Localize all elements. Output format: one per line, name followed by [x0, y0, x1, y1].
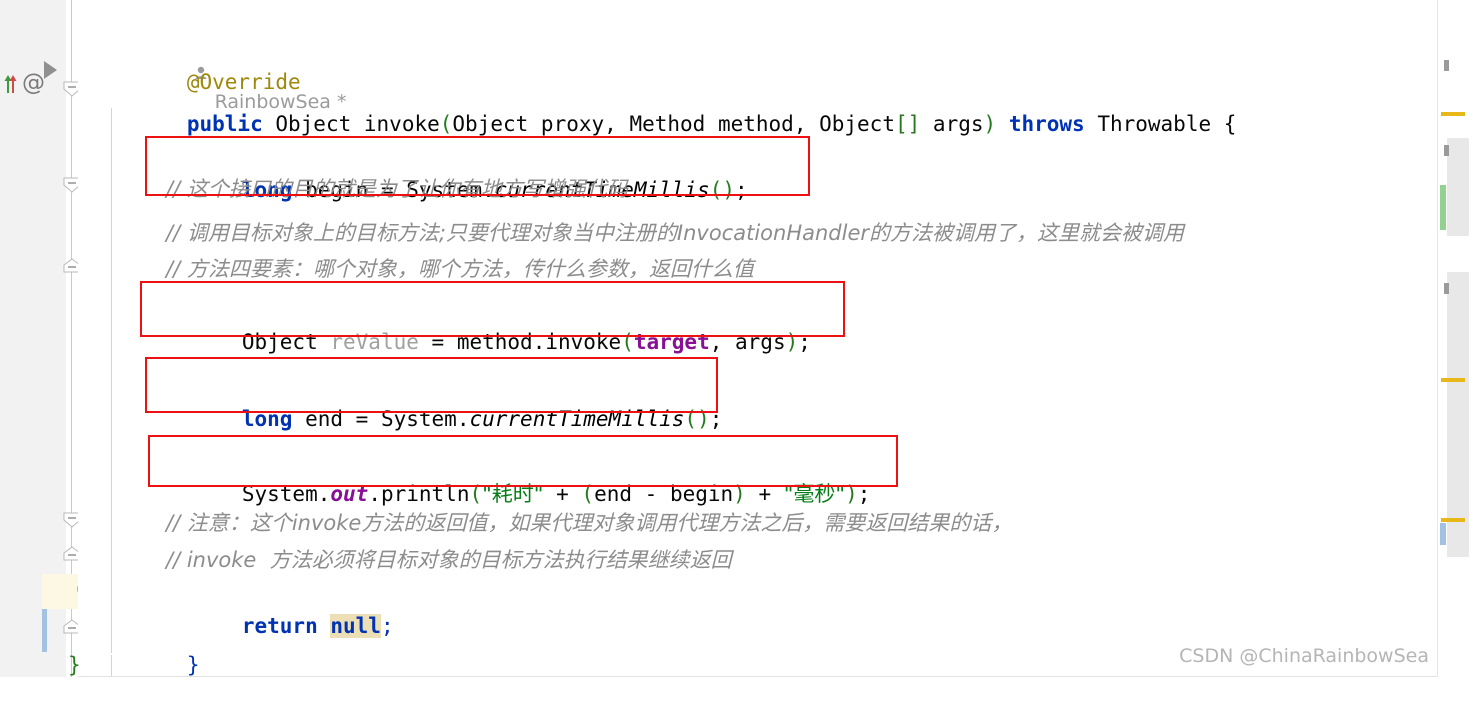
code-line-signature[interactable]: public Object invoke(Object proxy, Metho… — [111, 72, 1237, 136]
var-end: end — [305, 407, 344, 431]
method-invoke: invoke — [545, 330, 622, 354]
code-line-long-end[interactable]: long end = System.currentTimeMillis(); — [166, 367, 723, 431]
marker-grey[interactable] — [1444, 60, 1449, 71]
var-method: method — [456, 330, 533, 354]
method-name-invoke: invoke — [363, 112, 440, 136]
editor-icon-margin — [0, 0, 42, 677]
keyword-throws: throws — [1008, 112, 1085, 136]
scrollbar-thumb[interactable] — [1447, 272, 1469, 557]
code-line-long-begin[interactable]: long begin = System.currentTimeMillis(); — [166, 138, 748, 202]
ide-editor-screen: @ RainbowSea * @Override public Object i… — [0, 0, 1473, 677]
marker-gutter-border — [1437, 0, 1438, 677]
code-line-closing-brace[interactable]: } — [111, 613, 200, 677]
code-line-comment-5: // invoke 方法必须将目标对象的目标方法执行结果继续返回 — [166, 548, 732, 572]
marker-grey[interactable] — [1444, 145, 1449, 156]
keyword-public: public — [186, 112, 263, 136]
scrollbar-thumb[interactable] — [1447, 138, 1469, 236]
code-line-partial-brace: } — [68, 653, 81, 677]
vcs-change-stripe[interactable] — [1440, 185, 1446, 230]
csdn-watermark: CSDN @ChinaRainbowSea — [1179, 645, 1429, 667]
warning-stripe[interactable] — [1441, 518, 1465, 522]
implements-arrow-icon[interactable] — [4, 72, 20, 94]
run-play-icon[interactable] — [44, 61, 57, 79]
type-system: System — [380, 407, 457, 431]
field-out: out — [330, 482, 369, 506]
keyword-null: null — [330, 614, 381, 638]
vcs-change-bar — [42, 610, 47, 652]
param-method: method — [717, 112, 794, 136]
var-begin: begin — [669, 482, 734, 506]
string-haoshi: "耗时" — [482, 482, 544, 506]
type-object: Object — [452, 112, 529, 136]
brace-close: } — [186, 653, 200, 677]
warning-stripe[interactable] — [1441, 378, 1465, 382]
type-object: Object — [819, 112, 895, 136]
code-line-println[interactable]: System.out.println("耗时" + (end - begin) … — [166, 442, 871, 506]
warning-stripe[interactable] — [1441, 112, 1465, 116]
code-line-comment-3: // 方法四要素：哪个对象，哪个方法，传什么参数，返回什么值 — [166, 257, 754, 281]
param-proxy: proxy — [540, 112, 605, 136]
code-editor-area[interactable]: RainbowSea * @Override public Object inv… — [68, 0, 1473, 677]
type-object: Object — [241, 330, 318, 354]
keyword-long: long — [241, 407, 293, 431]
param-args: args — [932, 112, 984, 136]
type-system: System — [241, 482, 318, 506]
code-line-annotation[interactable]: @Override — [111, 30, 301, 94]
var-end: end — [594, 482, 632, 506]
type-object: Object — [275, 112, 352, 136]
code-line-object-revalue[interactable]: Object reValue = method.invoke(target, a… — [166, 290, 811, 354]
vcs-change-stripe[interactable] — [1440, 523, 1446, 545]
marker-grey[interactable] — [1444, 283, 1449, 294]
var-args: args — [735, 330, 786, 354]
code-line-comment-4: // 注意：这个invoke方法的返回值，如果代理对象调用代理方法之后，需要返回… — [166, 511, 1013, 535]
var-revalue: reValue — [330, 330, 419, 354]
indent-guide — [111, 108, 112, 653]
type-throwable: Throwable — [1097, 112, 1212, 136]
editor-marker-gutter[interactable] — [1437, 0, 1473, 677]
code-line-comment-1: // 这个接口的目的就是为了让你有地方写增强代码 — [166, 177, 628, 201]
type-method: Method — [629, 112, 706, 136]
field-target: target — [633, 330, 710, 354]
method-println: println — [380, 482, 470, 506]
at-annotation-icon[interactable]: @ — [22, 72, 45, 95]
keyword-return: return — [241, 614, 318, 638]
code-line-return-null[interactable]: return null; — [166, 574, 394, 638]
vcs-author-inlay: RainbowSea * — [108, 0, 346, 113]
code-line-comment-2: // 调用目标对象上的目标方法;只要代理对象当中注册的InvocationHan… — [166, 221, 1185, 245]
method-currenttimemillis: currentTimeMillis — [469, 407, 685, 431]
brace-open: { — [1223, 112, 1237, 136]
string-haomiao: "毫秒" — [783, 482, 846, 506]
